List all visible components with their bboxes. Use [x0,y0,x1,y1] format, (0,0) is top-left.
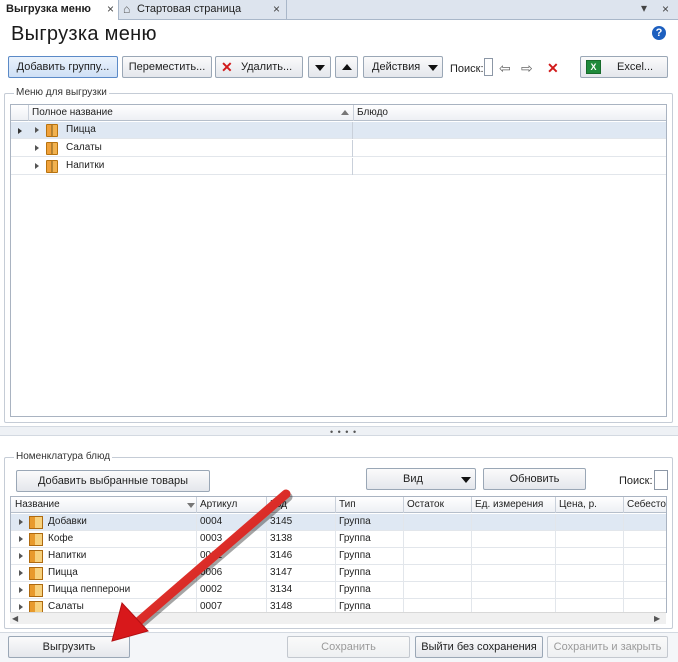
annotation-arrow-icon [111,489,293,642]
